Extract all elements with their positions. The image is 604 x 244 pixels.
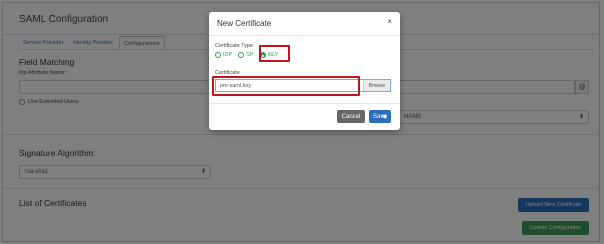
- highlight-file-input: [212, 76, 360, 96]
- radio-sp[interactable]: SP: [238, 52, 254, 58]
- modal-title: New Certificate: [217, 19, 272, 28]
- browse-button[interactable]: Browse: [363, 80, 390, 91]
- radio-sp-label: SP: [246, 52, 254, 58]
- cancel-button[interactable]: Cancel: [337, 110, 365, 123]
- hand-cursor-icon: ☚: [381, 114, 388, 121]
- radio-sp-circle[interactable]: [238, 52, 245, 58]
- radio-idp-circle[interactable]: [215, 52, 221, 58]
- radio-idp[interactable]: IDP: [215, 52, 232, 58]
- certificate-type-label: Certificate Type: [215, 43, 254, 49]
- save-button[interactable]: Save: [369, 110, 391, 123]
- radio-idp-label: IDP: [223, 52, 233, 58]
- modal-footer-divider: [209, 103, 400, 104]
- close-icon[interactable]: ×: [387, 17, 392, 26]
- new-certificate-modal: New Certificate × Certificate Type IDP S…: [209, 12, 400, 130]
- highlight-key-radio: [259, 45, 290, 62]
- modal-header-divider: [209, 35, 400, 36]
